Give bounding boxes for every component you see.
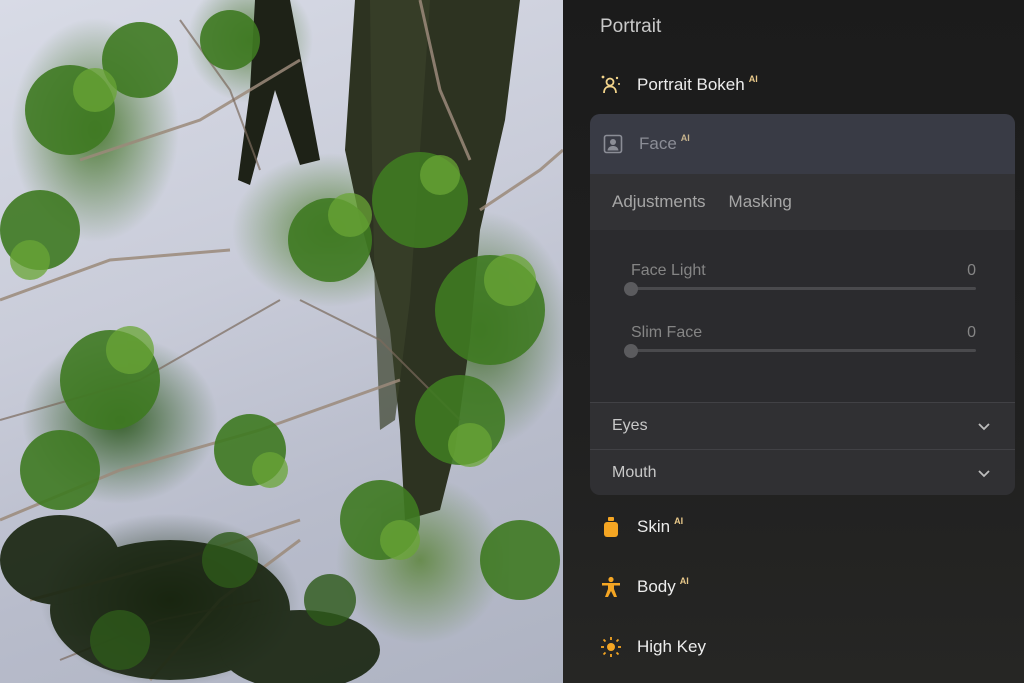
tool-portrait-bokeh[interactable]: Portrait Bokeh AI: [600, 70, 758, 100]
tool-label: Portrait Bokeh: [637, 75, 745, 94]
tool-label: Face: [639, 134, 677, 153]
face-expanded-card: Face AI Adjustments Masking Face Light 0…: [590, 114, 1015, 495]
ai-badge: AI: [748, 74, 758, 84]
slider-knob[interactable]: [624, 344, 638, 358]
slider-knob[interactable]: [624, 282, 638, 296]
section-eyes[interactable]: Eyes: [590, 402, 1015, 449]
skin-bottle-icon: [600, 516, 622, 538]
face-sliders: Face Light 0 Slim Face 0: [590, 230, 1015, 402]
section-label: Eyes: [612, 417, 648, 434]
body-figure-icon: [600, 576, 622, 598]
slider-value: 0: [967, 324, 976, 341]
ai-badge: AI: [679, 576, 689, 586]
slider-label: Slim Face: [631, 324, 703, 341]
photo-trees-illustration: [0, 0, 563, 683]
tool-skin[interactable]: Skin AI: [600, 512, 683, 542]
slider-label: Face Light: [631, 262, 706, 279]
slider-track[interactable]: [624, 282, 976, 296]
high-key-sun-icon: [600, 636, 622, 658]
photo-canvas[interactable]: [0, 0, 563, 683]
tool-label: Skin: [637, 517, 671, 536]
tool-face[interactable]: Face AI: [590, 114, 1015, 174]
portrait-bokeh-icon: [600, 74, 622, 96]
chevron-down-icon: [977, 466, 991, 480]
section-label: Mouth: [612, 464, 657, 481]
tool-label: Body: [637, 577, 676, 596]
slider-track[interactable]: [624, 344, 976, 358]
ai-badge: AI: [680, 133, 690, 143]
face-icon: [602, 133, 624, 155]
ai-badge: AI: [674, 516, 684, 526]
tab-masking[interactable]: Masking: [729, 192, 792, 212]
face-tabs: Adjustments Masking: [590, 174, 1015, 230]
slider-value: 0: [967, 262, 976, 279]
tool-high-key[interactable]: High Key: [600, 632, 706, 662]
panel-title: Portrait: [600, 16, 662, 37]
tool-body[interactable]: Body AI: [600, 572, 689, 602]
tool-label: High Key: [637, 637, 706, 656]
chevron-down-icon: [977, 419, 991, 433]
portrait-panel: Portrait Portrait Bokeh AI Face AI Adjus…: [563, 0, 1024, 683]
tab-adjustments[interactable]: Adjustments: [612, 192, 706, 212]
section-mouth[interactable]: Mouth: [590, 449, 1015, 495]
